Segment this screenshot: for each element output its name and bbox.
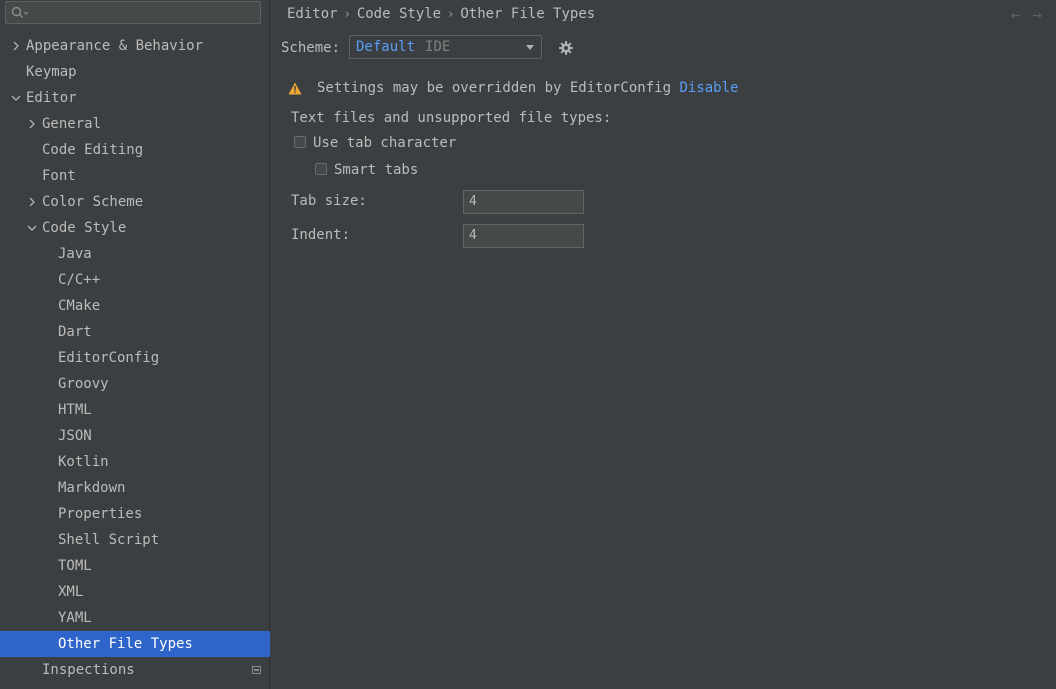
- back-arrow-icon[interactable]: ←: [1011, 5, 1021, 24]
- sidebar-item-label: Other File Types: [58, 636, 193, 652]
- sidebar-item-label: Kotlin: [58, 454, 109, 470]
- sidebar-item-other-file-types[interactable]: Other File Types: [0, 631, 270, 657]
- use-tab-character-label: Use tab character: [313, 135, 457, 151]
- sidebar-item-inspections[interactable]: Inspections: [0, 657, 270, 683]
- settings-sidebar: Appearance & Behavior Keymap Editor General…: [0, 0, 270, 689]
- sidebar-item-html[interactable]: HTML: [0, 397, 270, 423]
- sidebar-item-label: General: [42, 116, 102, 132]
- sidebar-item-editorconfig[interactable]: EditorConfig: [0, 345, 270, 371]
- tab-size-label: Tab size:: [291, 193, 367, 209]
- sidebar-item-java[interactable]: Java: [0, 241, 270, 267]
- sidebar-item-cmake[interactable]: CMake: [0, 293, 270, 319]
- sidebar-item-label: Dart: [58, 324, 92, 340]
- sidebar-item-editor[interactable]: Editor: [0, 85, 270, 111]
- sidebar-item-font[interactable]: Font: [0, 163, 270, 189]
- indent-label: Indent:: [291, 227, 351, 243]
- sidebar-item-label: Color Scheme: [42, 194, 144, 210]
- sidebar-item-label: Groovy: [58, 376, 109, 392]
- sidebar-item-c-c[interactable]: C/C++: [0, 267, 270, 293]
- search-input[interactable]: [5, 1, 261, 24]
- scheme-dropdown[interactable]: Default IDE: [349, 35, 542, 59]
- sidebar-item-label: XML: [58, 584, 84, 600]
- sidebar-item-properties[interactable]: Properties: [0, 501, 270, 527]
- sidebar-item-yaml[interactable]: YAML: [0, 605, 270, 631]
- sidebar-item-label: EditorConfig: [58, 350, 160, 366]
- sidebar-item-label: Editor: [26, 90, 77, 106]
- section-title: Text files and unsupported file types:: [291, 110, 612, 126]
- sidebar-item-label: Java: [58, 246, 92, 262]
- smart-tabs-checkbox[interactable]: [315, 163, 327, 175]
- sidebar-item-label: Code Editing: [42, 142, 144, 158]
- sidebar-item-label: Properties: [58, 506, 143, 522]
- sidebar-item-label: HTML: [58, 402, 92, 418]
- sidebar-item-xml[interactable]: XML: [0, 579, 270, 605]
- sidebar-item-keymap[interactable]: Keymap: [0, 59, 270, 85]
- chevron-down-icon: [526, 45, 534, 50]
- chevron-down-icon[interactable]: [26, 215, 38, 241]
- editorconfig-warning: Settings may be overridden by EditorConf…: [288, 78, 738, 98]
- use-tab-character-checkbox[interactable]: [294, 136, 306, 148]
- sidebar-item-label: TOML: [58, 558, 92, 574]
- gear-icon[interactable]: [558, 40, 574, 56]
- sidebar-item-json[interactable]: JSON: [0, 423, 270, 449]
- sidebar-item-kotlin[interactable]: Kotlin: [0, 449, 270, 475]
- scheme-name: Default: [356, 39, 416, 55]
- chevron-down-icon[interactable]: [10, 85, 22, 111]
- breadcrumb-item-editor[interactable]: Editor: [287, 6, 338, 22]
- search-icon: [11, 6, 29, 18]
- sidebar-item-toml[interactable]: TOML: [0, 553, 270, 579]
- sidebar-item-color-scheme[interactable]: Color Scheme: [0, 189, 270, 215]
- chevron-right-icon[interactable]: [26, 189, 38, 215]
- sidebar-item-label: Font: [42, 168, 76, 184]
- scheme-badge-icon: [252, 666, 261, 674]
- sidebar-item-appearance-behavior[interactable]: Appearance & Behavior: [0, 33, 270, 59]
- sidebar-item-label: Shell Script: [58, 532, 160, 548]
- history-nav: ← →: [999, 5, 1042, 24]
- warning-text: Settings may be overridden by EditorConf…: [317, 80, 672, 96]
- smart-tabs-label: Smart tabs: [334, 162, 419, 178]
- sidebar-item-label: Inspections: [42, 662, 135, 678]
- breadcrumb: Editor › Code Style › Other File Types: [287, 4, 595, 24]
- sidebar-item-label: YAML: [58, 610, 92, 626]
- chevron-right-icon[interactable]: [26, 111, 38, 137]
- tab-size-input[interactable]: 4: [463, 190, 584, 214]
- sidebar-item-code-editing[interactable]: Code Editing: [0, 137, 270, 163]
- sidebar-item-markdown[interactable]: Markdown: [0, 475, 270, 501]
- sidebar-item-label: Keymap: [26, 64, 77, 80]
- settings-main: Editor › Code Style › Other File Types ← → Sc…: [271, 0, 1056, 689]
- breadcrumb-item-code-style[interactable]: Code Style: [357, 6, 441, 22]
- smart-tabs-option[interactable]: Smart tabs: [315, 160, 418, 180]
- sidebar-item-label: Markdown: [58, 480, 126, 496]
- breadcrumb-item-other-file-types: Other File Types: [460, 6, 596, 22]
- breadcrumb-separator: ›: [447, 7, 455, 21]
- sidebar-item-groovy[interactable]: Groovy: [0, 371, 270, 397]
- use-tab-character-option[interactable]: Use tab character: [294, 133, 456, 153]
- warning-icon: [288, 82, 302, 95]
- breadcrumb-separator: ›: [343, 7, 351, 21]
- forward-arrow-icon[interactable]: →: [1032, 5, 1042, 24]
- sidebar-item-label: Appearance & Behavior: [26, 38, 204, 54]
- sidebar-item-label: JSON: [58, 428, 92, 444]
- indent-input[interactable]: 4: [463, 224, 584, 248]
- chevron-right-icon[interactable]: [10, 33, 22, 59]
- scheme-label: Scheme:: [281, 40, 341, 56]
- sidebar-item-code-style[interactable]: Code Style: [0, 215, 270, 241]
- scheme-kind: IDE: [425, 39, 451, 55]
- settings-tree: Appearance & Behavior Keymap Editor General…: [0, 33, 270, 683]
- sidebar-item-label: Code Style: [42, 220, 127, 236]
- sidebar-item-dart[interactable]: Dart: [0, 319, 270, 345]
- sidebar-item-label: C/C++: [58, 272, 101, 288]
- sidebar-item-general[interactable]: General: [0, 111, 270, 137]
- sidebar-item-shell-script[interactable]: Shell Script: [0, 527, 270, 553]
- disable-link[interactable]: Disable: [679, 80, 738, 96]
- sidebar-item-label: CMake: [58, 298, 101, 314]
